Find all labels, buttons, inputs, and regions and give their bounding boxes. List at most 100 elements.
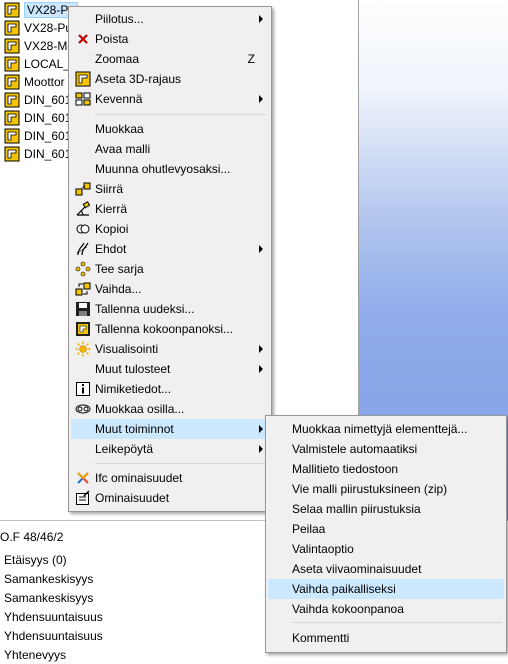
menu-item-label: Muut toiminnot bbox=[95, 422, 174, 436]
menu-item-muunna-ohutlevyosaksi[interactable]: Muunna ohutlevyosaksi... bbox=[71, 159, 269, 179]
menu-item-ifc-ominaisuudet[interactable]: Ifc ominaisuudet bbox=[71, 468, 269, 488]
menu-item-label: Ehdot bbox=[95, 242, 127, 256]
menu-item-zoomaa[interactable]: Zoomaa Z bbox=[71, 49, 269, 69]
menu-item-shortcut: Z bbox=[247, 52, 255, 66]
submenu-item-vie-malli-zip[interactable]: Vie malli piirustuksineen (zip) bbox=[268, 479, 504, 499]
menu-item-avaa-malli[interactable]: Avaa malli bbox=[71, 139, 269, 159]
menu-item-visualisointi[interactable]: Visualisointi bbox=[71, 339, 269, 359]
submenu-item-selaa-piirustuksia[interactable]: Selaa mallin piirustuksia bbox=[268, 499, 504, 519]
list-item[interactable]: Yhdensuuntaisuus bbox=[4, 626, 103, 645]
menu-item-leikepoyta[interactable]: Leikepöytä bbox=[71, 439, 269, 459]
tree-item-label: Moottor bbox=[24, 75, 65, 89]
submenu-item-peilaa[interactable]: Peilaa bbox=[268, 519, 504, 539]
part-icon bbox=[4, 146, 20, 162]
tree-item[interactable]: Moottor bbox=[0, 73, 65, 91]
menu-item-label: Leikepöytä bbox=[95, 442, 154, 456]
submenu-item-muokkaa-nimettyja[interactable]: Muokkaa nimettyjä elementtejä... bbox=[268, 419, 504, 439]
menu-item-poista[interactable]: Poista bbox=[71, 29, 269, 49]
part-icon bbox=[4, 110, 20, 126]
constraints-icon bbox=[75, 241, 91, 257]
menu-separator bbox=[95, 114, 267, 115]
menu-item-muokkaa-osilla[interactable]: Muokkaa osilla... bbox=[71, 399, 269, 419]
list-item[interactable]: Yhtenevyys bbox=[4, 645, 66, 664]
part-icon bbox=[4, 2, 20, 18]
menu-separator bbox=[95, 463, 267, 464]
menu-item-nimiketiedot[interactable]: Nimiketiedot... bbox=[71, 379, 269, 399]
menu-item-label: Kevennä bbox=[95, 92, 143, 106]
list-item[interactable]: Samankeskisyys bbox=[4, 569, 93, 588]
part-icon bbox=[4, 74, 20, 90]
submenu-item-mallitieto-tiedostoon[interactable]: Mallitieto tiedostoon bbox=[268, 459, 504, 479]
menu-item-label: Piilotus... bbox=[95, 12, 144, 26]
menu-item-label: Selaa mallin piirustuksia bbox=[292, 502, 421, 516]
tree-item-label: DIN_601 bbox=[24, 129, 72, 143]
menu-item-tallenna-uudeksi[interactable]: Tallenna uudeksi... bbox=[71, 299, 269, 319]
tree-item-label: DIN_601 bbox=[24, 93, 72, 107]
list-item[interactable]: Yhdensuuntaisuus bbox=[4, 607, 103, 626]
menu-item-label: Valintaoptio bbox=[292, 542, 354, 556]
menu-item-label: Avaa malli bbox=[95, 142, 151, 156]
tree-item[interactable]: DIN_601 bbox=[0, 91, 71, 109]
menu-item-label: Kopioi bbox=[95, 222, 129, 236]
tree-item-label: VX28-Pu bbox=[24, 21, 73, 35]
tree-item[interactable]: VX28-Me bbox=[0, 37, 74, 55]
menu-item-label: Poista bbox=[95, 32, 129, 46]
menu-item-tee-sarja[interactable]: Tee sarja bbox=[71, 259, 269, 279]
menu-item-kevenna[interactable]: Kevennä bbox=[71, 89, 269, 109]
menu-item-muut-toiminnot[interactable]: Muut toiminnot bbox=[71, 419, 269, 439]
tree-item[interactable]: LOCAL_V bbox=[0, 55, 78, 73]
tree-item[interactable]: VX28-Pu bbox=[0, 19, 72, 37]
submenu-arrow-icon bbox=[259, 345, 263, 353]
menu-item-label: Vie malli piirustuksineen (zip) bbox=[292, 482, 448, 496]
menu-item-label: Visualisointi bbox=[95, 342, 159, 356]
menu-item-aseta-3d-rajaus[interactable]: Aseta 3D-rajaus bbox=[71, 69, 269, 89]
list-item[interactable]: Samankeskisyys bbox=[4, 588, 93, 607]
menu-item-label: Aseta 3D-rajaus bbox=[95, 72, 182, 86]
submenu-item-valmistele-automaatiksi[interactable]: Valmistele automaatiksi bbox=[268, 439, 504, 459]
submenu-muut-toiminnot: Muokkaa nimettyjä elementtejä... Valmist… bbox=[265, 415, 507, 653]
copy-icon bbox=[75, 221, 91, 237]
list-item[interactable]: Etäisyys (0) bbox=[4, 550, 67, 569]
edit-parts-icon bbox=[75, 401, 91, 417]
menu-item-siirra[interactable]: Siirrä bbox=[71, 179, 269, 199]
menu-item-label: Tallenna uudeksi... bbox=[95, 302, 195, 316]
menu-item-muut-tulosteet[interactable]: Muut tulosteet bbox=[71, 359, 269, 379]
menu-item-vaihda[interactable]: Vaihda... bbox=[71, 279, 269, 299]
menu-item-label: Peilaa bbox=[292, 522, 326, 536]
submenu-item-vaihda-paikalliseksi[interactable]: Vaihda paikalliseksi bbox=[268, 579, 504, 599]
menu-item-label: Muokkaa nimettyjä elementtejä... bbox=[292, 422, 468, 436]
ifc-icon bbox=[75, 470, 91, 486]
menu-item-label: Muunna ohutlevyosaksi... bbox=[95, 162, 231, 176]
submenu-item-vaihda-kokoonpanoa[interactable]: Vaihda kokoonpanoa bbox=[268, 599, 504, 619]
list-item[interactable]: O.F 48/46/2 bbox=[0, 527, 63, 546]
menu-item-tallenna-kokoonpanoksi[interactable]: Tallenna kokoonpanoksi... bbox=[71, 319, 269, 339]
tree-item-label: DIN_601 bbox=[24, 147, 72, 161]
submenu-item-kommentti[interactable]: Kommentti bbox=[268, 628, 504, 648]
part-icon bbox=[4, 56, 20, 72]
menu-item-label: Kierrä bbox=[95, 202, 128, 216]
menu-item-label: Ominaisuudet bbox=[95, 491, 170, 505]
menu-item-muokkaa[interactable]: Muokkaa bbox=[71, 119, 269, 139]
menu-item-kierra[interactable]: Kierrä bbox=[71, 199, 269, 219]
menu-item-ominaisuudet[interactable]: Ominaisuudet bbox=[71, 488, 269, 508]
menu-item-kopioi[interactable]: Kopioi bbox=[71, 219, 269, 239]
tree-item[interactable]: VX28-Pu bbox=[0, 1, 79, 19]
tree-item[interactable]: DIN_601 bbox=[0, 127, 71, 145]
menu-item-label: Vaihda kokoonpanoa bbox=[292, 602, 404, 616]
submenu-item-valintaoptio[interactable]: Valintaoptio bbox=[268, 539, 504, 559]
menu-item-ehdot[interactable]: Ehdot bbox=[71, 239, 269, 259]
menu-item-piilotus[interactable]: Piilotus... bbox=[71, 9, 269, 29]
lighten-icon bbox=[75, 91, 91, 107]
submenu-item-aseta-viivaominaisuudet[interactable]: Aseta viivaominaisuudet bbox=[268, 559, 504, 579]
menu-item-label: Mallitieto tiedostoon bbox=[292, 462, 399, 476]
delete-x-icon bbox=[75, 31, 91, 47]
menu-separator bbox=[292, 622, 502, 623]
menu-item-label: Kommentti bbox=[292, 631, 350, 645]
replace-icon bbox=[75, 281, 91, 297]
tree-item[interactable]: DIN_601 bbox=[0, 145, 71, 163]
move-icon bbox=[75, 181, 91, 197]
tree-item[interactable]: DIN_601 bbox=[0, 109, 71, 127]
pattern-icon bbox=[75, 261, 91, 277]
part-icon bbox=[4, 92, 20, 108]
rotate-icon bbox=[75, 201, 91, 217]
